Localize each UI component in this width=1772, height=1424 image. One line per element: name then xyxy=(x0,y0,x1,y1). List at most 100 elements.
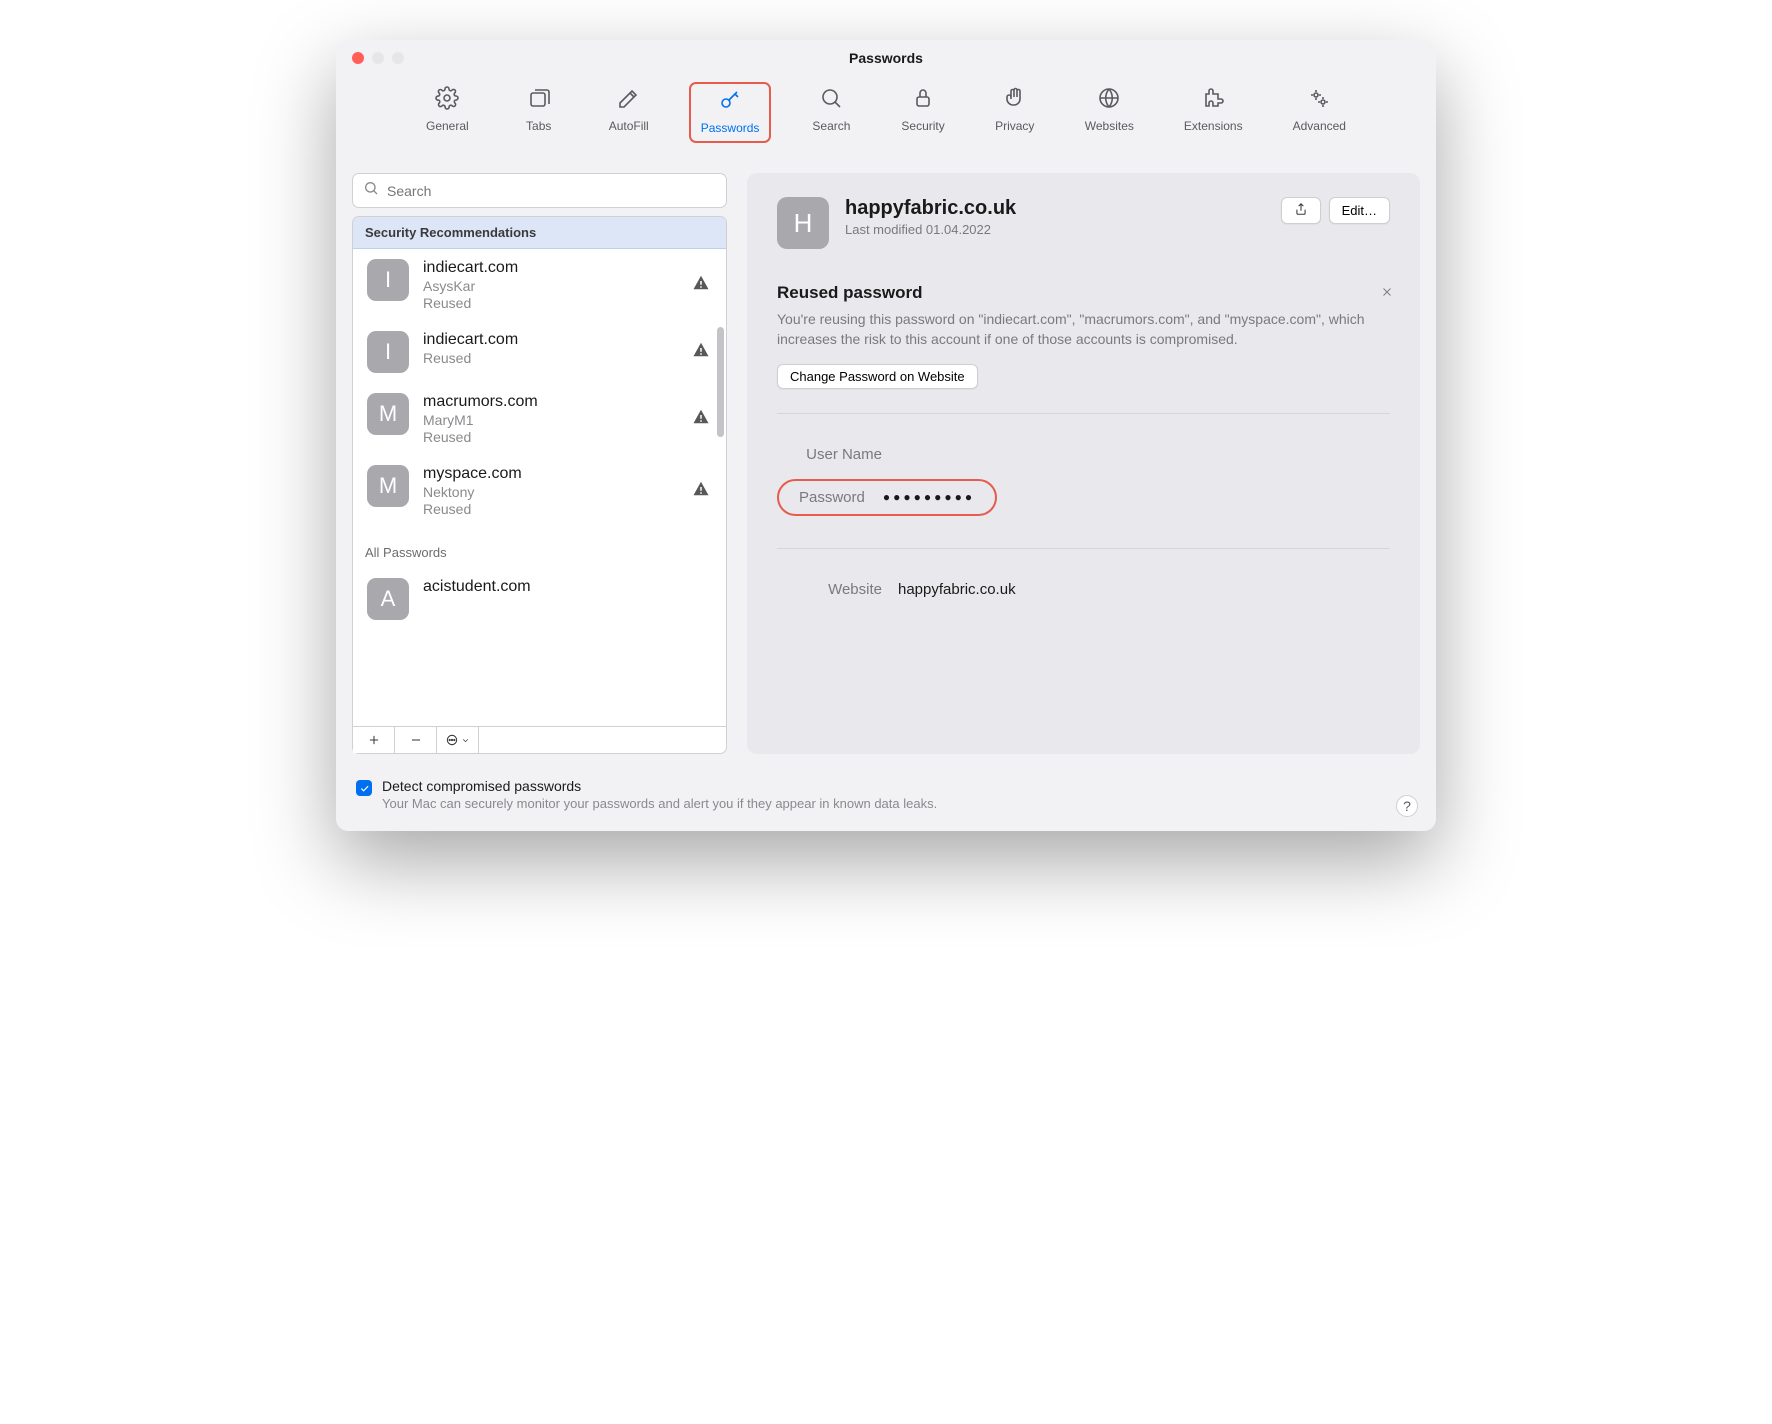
tab-label: Privacy xyxy=(995,119,1034,133)
avatar: I xyxy=(367,331,409,373)
toolbar: General Tabs AutoFill Passwords Search S… xyxy=(336,76,1436,157)
detect-compromised-checkbox[interactable] xyxy=(356,780,372,796)
website-label: Website xyxy=(777,581,882,598)
checkbox-sublabel: Your Mac can securely monitor your passw… xyxy=(382,796,937,811)
autofill-icon xyxy=(617,86,641,115)
item-status: Reused xyxy=(423,295,712,311)
warning-icon xyxy=(692,341,710,364)
item-site: indiecart.com xyxy=(423,259,712,277)
share-button[interactable] xyxy=(1281,197,1321,224)
item-user: MaryM1 xyxy=(423,412,712,428)
tab-label: AutoFill xyxy=(609,119,649,133)
search-input[interactable] xyxy=(387,183,716,199)
tab-label: Security xyxy=(901,119,944,133)
gears-icon xyxy=(1307,86,1331,115)
share-icon xyxy=(1294,202,1308,219)
content-area: Security Recommendations I indiecart.com… xyxy=(336,157,1436,770)
gear-icon xyxy=(435,86,459,115)
sidebar: Security Recommendations I indiecart.com… xyxy=(352,173,727,754)
edit-button[interactable]: Edit… xyxy=(1329,197,1390,224)
item-site: macrumors.com xyxy=(423,393,712,411)
warning-icon xyxy=(692,274,710,297)
username-row: User Name xyxy=(777,438,1390,471)
warning-icon xyxy=(692,480,710,503)
tab-autofill[interactable]: AutoFill xyxy=(599,82,659,143)
tab-label: Websites xyxy=(1085,119,1134,133)
close-warning[interactable] xyxy=(1380,285,1394,304)
divider xyxy=(777,548,1390,549)
lock-icon xyxy=(911,86,935,115)
puzzle-icon xyxy=(1201,86,1225,115)
hand-icon xyxy=(1003,86,1027,115)
item-site: indiecart.com xyxy=(423,331,712,349)
key-icon xyxy=(718,88,742,117)
avatar: M xyxy=(367,465,409,507)
tab-passwords[interactable]: Passwords xyxy=(689,82,772,143)
list-item[interactable]: A acistudent.com xyxy=(353,568,726,630)
list-toolbar xyxy=(352,726,727,754)
scrollbar-thumb[interactable] xyxy=(717,327,724,437)
list-item[interactable]: I indiecart.com AsysKar Reused xyxy=(353,249,726,321)
divider xyxy=(777,413,1390,414)
username-label: User Name xyxy=(777,446,882,463)
item-status: Reused xyxy=(423,350,712,366)
tab-tabs[interactable]: Tabs xyxy=(509,82,569,143)
detail-header: H happyfabric.co.uk Last modified 01.04.… xyxy=(777,197,1390,249)
list-item[interactable]: I indiecart.com Reused xyxy=(353,321,726,383)
item-status: Reused xyxy=(423,501,712,517)
detail-avatar: H xyxy=(777,197,829,249)
password-masked: ●●●●●●●●● xyxy=(883,490,975,504)
change-password-button[interactable]: Change Password on Website xyxy=(777,364,978,389)
tab-security[interactable]: Security xyxy=(891,82,954,143)
password-capsule: Password ●●●●●●●●● xyxy=(777,479,997,516)
window-title: Passwords xyxy=(336,50,1436,66)
section-header-all: All Passwords xyxy=(353,527,726,568)
item-user: AsysKar xyxy=(423,278,712,294)
tab-label: Advanced xyxy=(1293,119,1346,133)
tab-label: Search xyxy=(812,119,850,133)
detail-panel: H happyfabric.co.uk Last modified 01.04.… xyxy=(747,173,1420,754)
tab-label: Extensions xyxy=(1184,119,1243,133)
tabs-icon xyxy=(527,86,551,115)
item-site: acistudent.com xyxy=(423,578,712,596)
tab-privacy[interactable]: Privacy xyxy=(985,82,1045,143)
item-status: Reused xyxy=(423,429,712,445)
search-field-wrap[interactable] xyxy=(352,173,727,208)
tab-general[interactable]: General xyxy=(416,82,479,143)
list-item[interactable]: M myspace.com Nektony Reused xyxy=(353,455,726,527)
avatar: M xyxy=(367,393,409,435)
checkbox-label: Detect compromised passwords xyxy=(382,778,937,794)
warning-title: Reused password xyxy=(777,283,1390,303)
tab-advanced[interactable]: Advanced xyxy=(1283,82,1356,143)
footer: Detect compromised passwords Your Mac ca… xyxy=(336,770,1436,831)
password-row[interactable]: Password ●●●●●●●●● xyxy=(777,471,1390,524)
website-row: Website happyfabric.co.uk xyxy=(777,573,1390,606)
warning-body: You're reusing this password on "indieca… xyxy=(777,309,1390,350)
search-icon xyxy=(363,180,379,201)
password-list[interactable]: Security Recommendations I indiecart.com… xyxy=(352,216,727,726)
add-button[interactable] xyxy=(353,727,395,753)
globe-icon xyxy=(1097,86,1121,115)
tab-label: General xyxy=(426,119,469,133)
password-label: Password xyxy=(799,489,865,506)
detail-title: happyfabric.co.uk xyxy=(845,197,1265,220)
titlebar: Passwords xyxy=(336,40,1436,76)
help-button[interactable]: ? xyxy=(1396,795,1418,817)
tab-extensions[interactable]: Extensions xyxy=(1174,82,1253,143)
avatar: I xyxy=(367,259,409,301)
tab-websites[interactable]: Websites xyxy=(1075,82,1144,143)
tab-label: Passwords xyxy=(701,121,760,135)
website-value[interactable]: happyfabric.co.uk xyxy=(898,581,1016,598)
search-icon xyxy=(819,86,843,115)
reused-password-warning: Reused password You're reusing this pass… xyxy=(777,283,1390,389)
list-item[interactable]: M macrumors.com MaryM1 Reused xyxy=(353,383,726,455)
remove-button[interactable] xyxy=(395,727,437,753)
item-site: myspace.com xyxy=(423,465,712,483)
more-button[interactable] xyxy=(437,727,479,753)
tab-label: Tabs xyxy=(526,119,551,133)
warning-icon xyxy=(692,408,710,431)
tab-search[interactable]: Search xyxy=(801,82,861,143)
preferences-window: Passwords General Tabs AutoFill Password… xyxy=(336,40,1436,831)
avatar: A xyxy=(367,578,409,620)
item-user: Nektony xyxy=(423,484,712,500)
